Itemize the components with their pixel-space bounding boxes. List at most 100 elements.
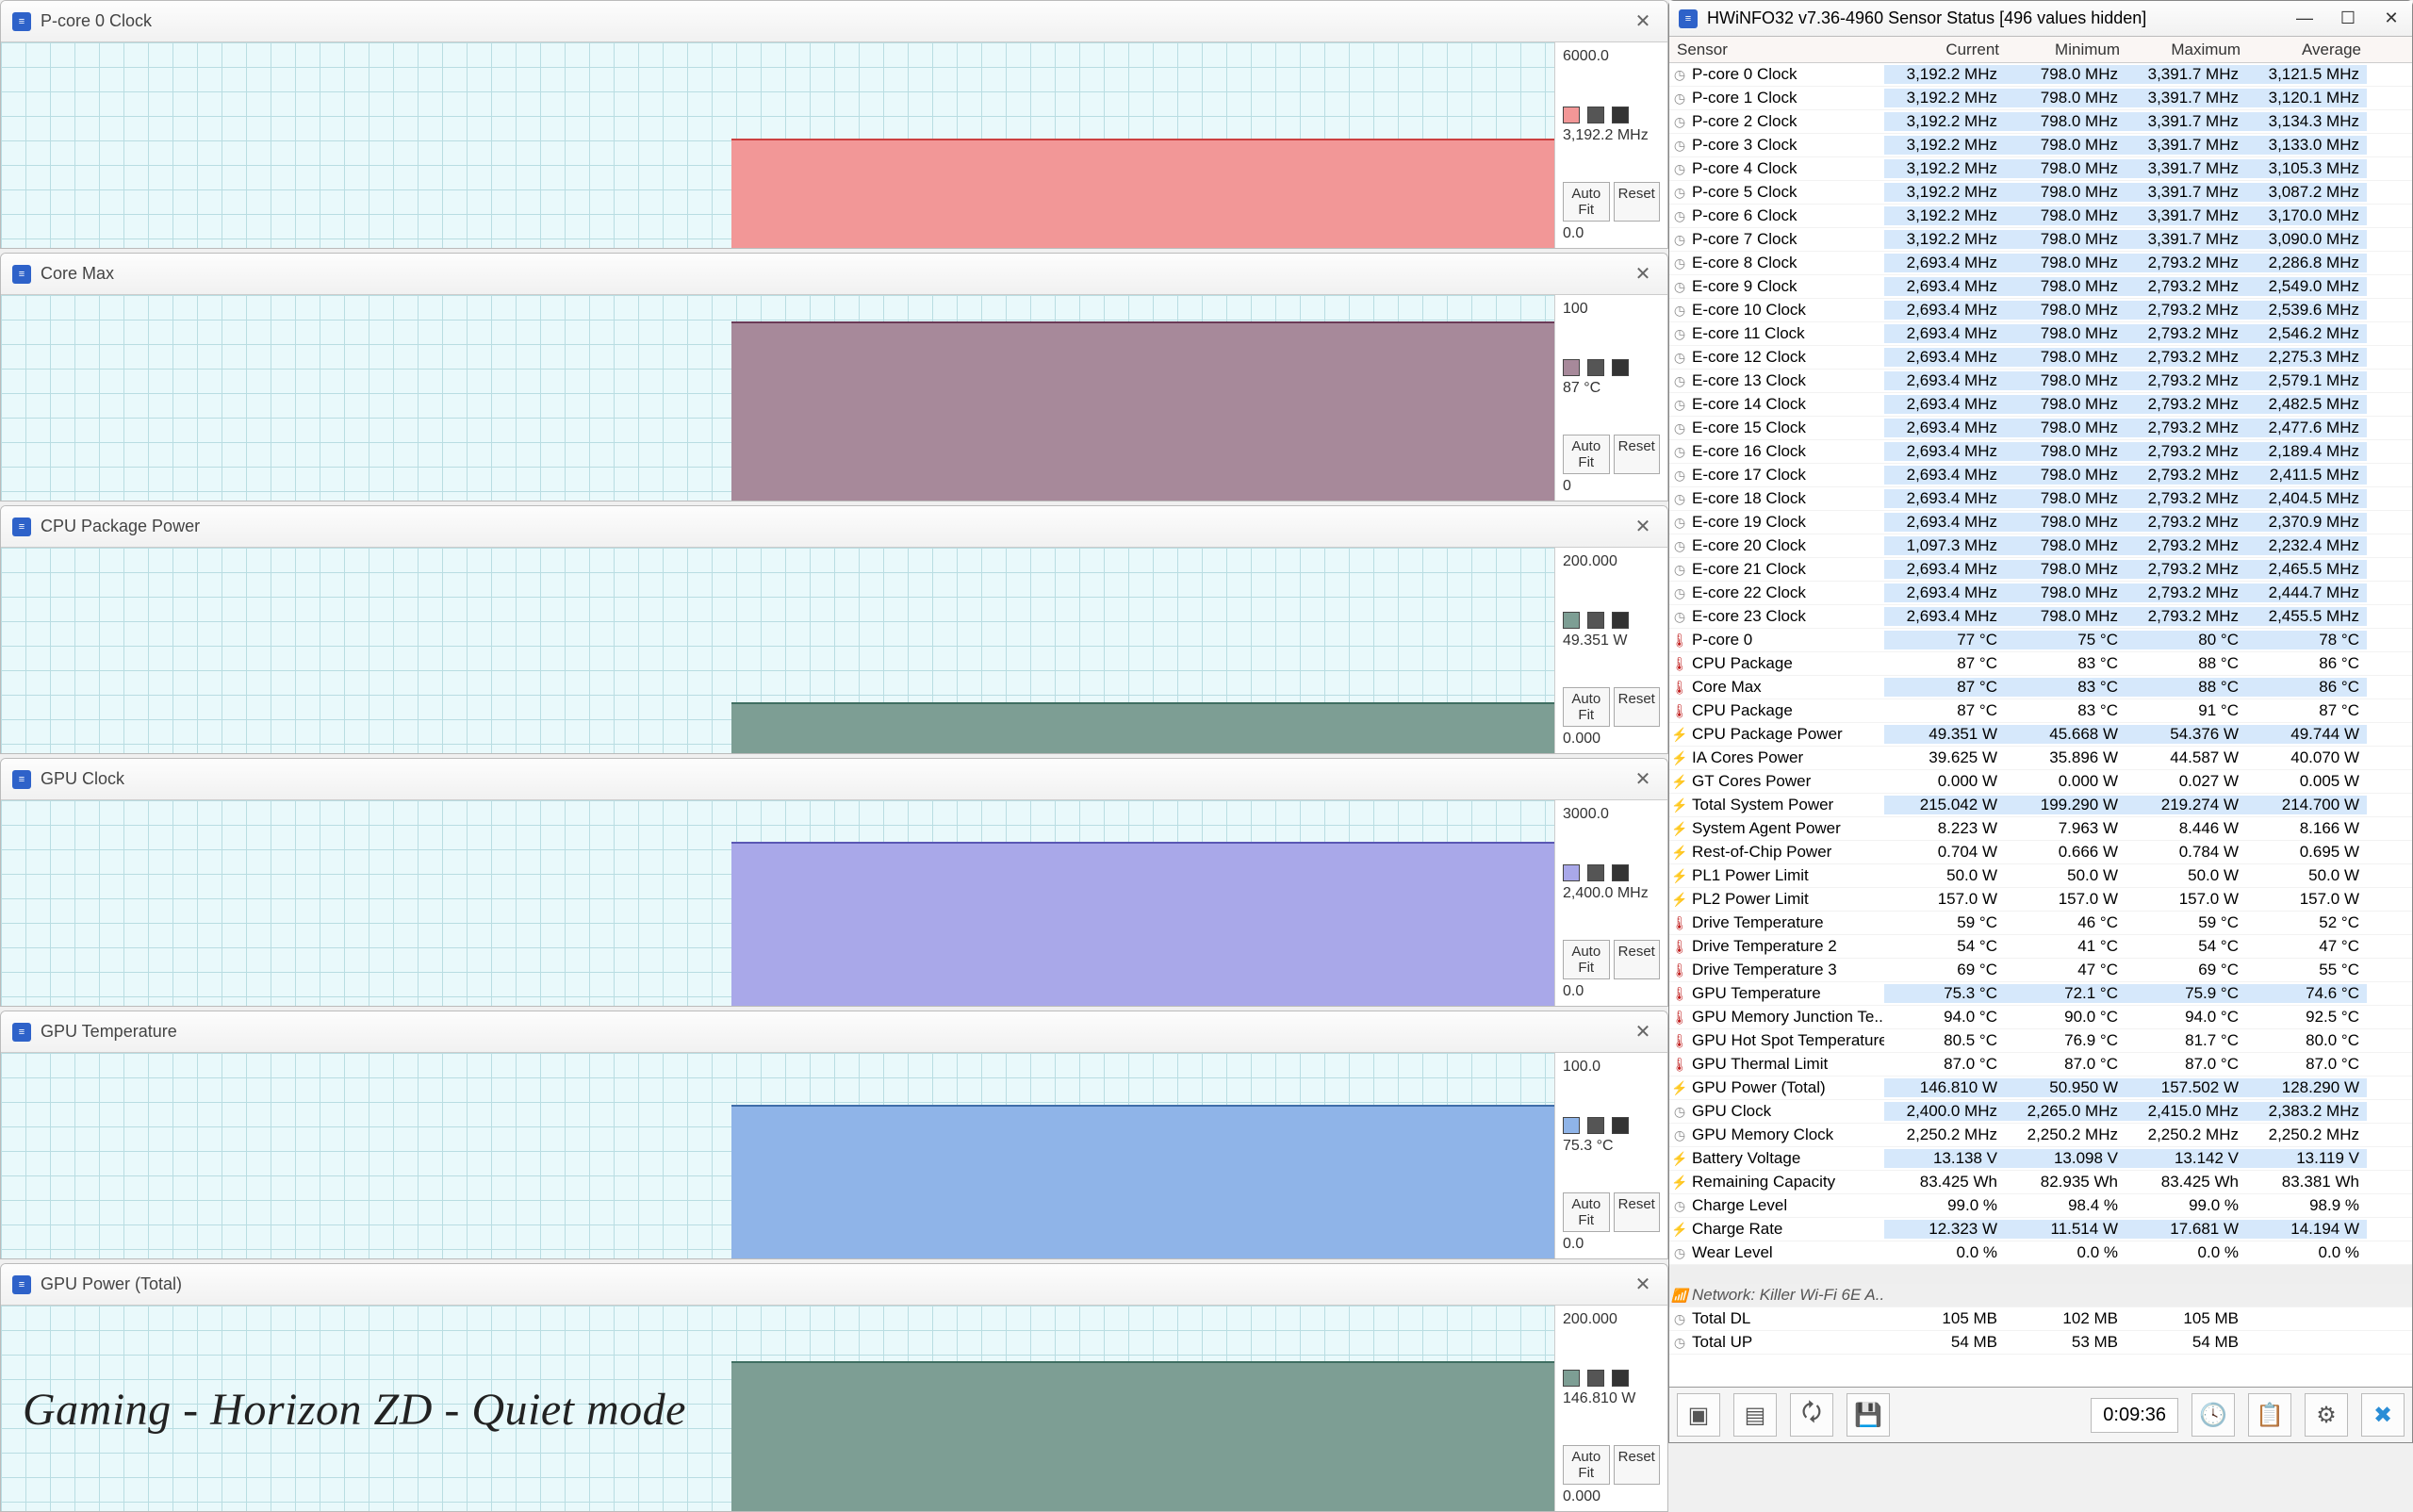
table-row[interactable]: 🌡 CPU Package 87 °C 83 °C 88 °C 86 °C <box>1669 652 2412 676</box>
autofit-button[interactable]: Auto Fit <box>1563 1192 1610 1232</box>
close-icon[interactable]: ✕ <box>1630 8 1656 35</box>
legend-swatch-dark[interactable] <box>1612 1117 1629 1134</box>
table-row[interactable]: 🌡 Core Max 87 °C 83 °C 88 °C 86 °C <box>1669 676 2412 699</box>
table-row[interactable]: ◷ E-core 12 Clock 2,693.4 MHz 798.0 MHz … <box>1669 346 2412 370</box>
table-row[interactable]: ⚡ Charge Rate 12.323 W 11.514 W 17.681 W… <box>1669 1218 2412 1241</box>
save-button[interactable]: 💾 <box>1847 1393 1890 1437</box>
collapse-button[interactable]: ▤ <box>1733 1393 1777 1437</box>
table-row[interactable]: ◷ P-core 2 Clock 3,192.2 MHz 798.0 MHz 3… <box>1669 110 2412 134</box>
graph-titlebar[interactable]: ≡ GPU Power (Total) ✕ <box>1 1264 1667 1306</box>
table-row[interactable]: ◷ E-core 18 Clock 2,693.4 MHz 798.0 MHz … <box>1669 487 2412 511</box>
graph-canvas[interactable] <box>1 1053 1554 1258</box>
copy-button[interactable]: 📋 <box>2248 1393 2291 1437</box>
table-row[interactable]: 🌡 Drive Temperature 2 54 °C 41 °C 54 °C … <box>1669 935 2412 959</box>
table-row[interactable]: ⚡ GT Cores Power 0.000 W 0.000 W 0.027 W… <box>1669 770 2412 794</box>
table-row[interactable]: ◷ E-core 16 Clock 2,693.4 MHz 798.0 MHz … <box>1669 440 2412 464</box>
table-row[interactable]: ◷ E-core 19 Clock 2,693.4 MHz 798.0 MHz … <box>1669 511 2412 534</box>
sensor-rows[interactable]: ◷ P-core 0 Clock 3,192.2 MHz 798.0 MHz 3… <box>1669 63 2412 1387</box>
legend-swatch-line[interactable] <box>1587 864 1604 881</box>
table-row[interactable]: ◷ P-core 0 Clock 3,192.2 MHz 798.0 MHz 3… <box>1669 63 2412 87</box>
graph-canvas[interactable] <box>1 800 1554 1006</box>
legend-swatch[interactable] <box>1563 1370 1580 1387</box>
table-row[interactable]: ◷ Wear Level 0.0 % 0.0 % 0.0 % 0.0 % <box>1669 1241 2412 1265</box>
table-row[interactable]: 🌡 Drive Temperature 59 °C 46 °C 59 °C 52… <box>1669 912 2412 935</box>
legend-swatch[interactable] <box>1563 1117 1580 1134</box>
table-row[interactable]: ◷ E-core 23 Clock 2,693.4 MHz 798.0 MHz … <box>1669 605 2412 629</box>
table-row[interactable]: ◷ P-core 5 Clock 3,192.2 MHz 798.0 MHz 3… <box>1669 181 2412 205</box>
table-row[interactable]: ◷ E-core 14 Clock 2,693.4 MHz 798.0 MHz … <box>1669 393 2412 417</box>
clock-button[interactable]: 🕓 <box>2191 1393 2235 1437</box>
table-row[interactable]: 🌡 CPU Package 87 °C 83 °C 91 °C 87 °C <box>1669 699 2412 723</box>
legend-swatch-dark[interactable] <box>1612 107 1629 123</box>
autofit-button[interactable]: Auto Fit <box>1563 940 1610 979</box>
table-row[interactable]: ◷ P-core 3 Clock 3,192.2 MHz 798.0 MHz 3… <box>1669 134 2412 157</box>
table-row[interactable]: ◷ Total UP 54 MB 53 MB 54 MB <box>1669 1331 2412 1355</box>
legend-swatch[interactable] <box>1563 864 1580 881</box>
legend-swatch-dark[interactable] <box>1612 864 1629 881</box>
group-header[interactable]: 📶Network: Killer Wi-Fi 6E A... <box>1669 1284 2412 1307</box>
close-icon[interactable]: ✕ <box>1630 1019 1656 1045</box>
maximize-button[interactable]: ☐ <box>2337 8 2359 28</box>
table-row[interactable]: 🌡 GPU Thermal Limit 87.0 °C 87.0 °C 87.0… <box>1669 1053 2412 1076</box>
header-minimum[interactable]: Minimum <box>2007 41 2127 59</box>
legend-swatch-dark[interactable] <box>1612 359 1629 376</box>
table-row[interactable]: ◷ P-core 6 Clock 3,192.2 MHz 798.0 MHz 3… <box>1669 205 2412 228</box>
table-row[interactable]: ◷ E-core 9 Clock 2,693.4 MHz 798.0 MHz 2… <box>1669 275 2412 299</box>
graph-canvas[interactable] <box>1 42 1554 248</box>
reset-button[interactable]: Reset <box>1614 687 1661 727</box>
table-row[interactable]: 🌡 GPU Memory Junction Te... 94.0 °C 90.0… <box>1669 1006 2412 1029</box>
table-row[interactable]: ⚡ System Agent Power 8.223 W 7.963 W 8.4… <box>1669 817 2412 841</box>
table-row[interactable]: ◷ E-core 11 Clock 2,693.4 MHz 798.0 MHz … <box>1669 322 2412 346</box>
autofit-button[interactable]: Auto Fit <box>1563 1445 1610 1485</box>
table-row[interactable]: ◷ E-core 15 Clock 2,693.4 MHz 798.0 MHz … <box>1669 417 2412 440</box>
reset-button[interactable]: Reset <box>1614 1445 1661 1485</box>
table-row[interactable]: 🌡 GPU Temperature 75.3 °C 72.1 °C 75.9 °… <box>1669 982 2412 1006</box>
table-row[interactable]: 🌡 P-core 0 77 °C 75 °C 80 °C 78 °C <box>1669 629 2412 652</box>
table-row[interactable]: ⚡ Total System Power 215.042 W 199.290 W… <box>1669 794 2412 817</box>
table-row[interactable]: ◷ E-core 8 Clock 2,693.4 MHz 798.0 MHz 2… <box>1669 252 2412 275</box>
close-icon[interactable]: ✕ <box>1630 514 1656 540</box>
legend-swatch-dark[interactable] <box>1612 1370 1629 1387</box>
table-row[interactable]: ⚡ PL1 Power Limit 50.0 W 50.0 W 50.0 W 5… <box>1669 864 2412 888</box>
table-row[interactable]: ⚡ Rest-of-Chip Power 0.704 W 0.666 W 0.7… <box>1669 841 2412 864</box>
table-row[interactable]: ◷ E-core 10 Clock 2,693.4 MHz 798.0 MHz … <box>1669 299 2412 322</box>
window-titlebar[interactable]: ≡ HWiNFO32 v7.36-4960 Sensor Status [496… <box>1669 1 2412 37</box>
header-sensor[interactable]: Sensor <box>1669 41 1886 59</box>
table-row[interactable]: ⚡ CPU Package Power 49.351 W 45.668 W 54… <box>1669 723 2412 747</box>
graph-canvas[interactable] <box>1 548 1554 753</box>
close-icon[interactable]: ✕ <box>1630 261 1656 288</box>
legend-swatch[interactable] <box>1563 359 1580 376</box>
expand-button[interactable]: ▣ <box>1677 1393 1720 1437</box>
reset-button[interactable]: Reset <box>1614 182 1661 222</box>
table-row[interactable]: ⚡ PL2 Power Limit 157.0 W 157.0 W 157.0 … <box>1669 888 2412 912</box>
close-button[interactable]: ✕ <box>2380 8 2403 28</box>
table-row[interactable]: ◷ E-core 17 Clock 2,693.4 MHz 798.0 MHz … <box>1669 464 2412 487</box>
graph-titlebar[interactable]: ≡ CPU Package Power ✕ <box>1 506 1667 548</box>
close-icon[interactable]: ✕ <box>1630 766 1656 793</box>
graph-titlebar[interactable]: ≡ Core Max ✕ <box>1 254 1667 295</box>
legend-swatch-line[interactable] <box>1587 359 1604 376</box>
graph-titlebar[interactable]: ≡ P-core 0 Clock ✕ <box>1 1 1667 42</box>
header-current[interactable]: Current <box>1886 41 2007 59</box>
table-row[interactable]: ◷ Total DL 105 MB 102 MB 105 MB <box>1669 1307 2412 1331</box>
table-row[interactable]: ⚡ Battery Voltage 13.138 V 13.098 V 13.1… <box>1669 1147 2412 1171</box>
legend-swatch-dark[interactable] <box>1612 612 1629 629</box>
table-row[interactable]: 🌡 GPU Hot Spot Temperature 80.5 °C 76.9 … <box>1669 1029 2412 1053</box>
autofit-button[interactable]: Auto Fit <box>1563 435 1610 474</box>
graph-canvas[interactable] <box>1 295 1554 501</box>
table-row[interactable]: ◷ E-core 22 Clock 2,693.4 MHz 798.0 MHz … <box>1669 582 2412 605</box>
table-row[interactable]: ◷ P-core 4 Clock 3,192.2 MHz 798.0 MHz 3… <box>1669 157 2412 181</box>
close-tool-button[interactable]: ✖ <box>2361 1393 2405 1437</box>
table-row[interactable]: ◷ E-core 13 Clock 2,693.4 MHz 798.0 MHz … <box>1669 370 2412 393</box>
legend-swatch-line[interactable] <box>1587 1117 1604 1134</box>
legend-swatch[interactable] <box>1563 612 1580 629</box>
legend-swatch[interactable] <box>1563 107 1580 123</box>
autofit-button[interactable]: Auto Fit <box>1563 182 1610 222</box>
table-row[interactable]: ◷ GPU Memory Clock 2,250.2 MHz 2,250.2 M… <box>1669 1124 2412 1147</box>
legend-swatch-line[interactable] <box>1587 612 1604 629</box>
table-row[interactable]: ◷ E-core 20 Clock 1,097.3 MHz 798.0 MHz … <box>1669 534 2412 558</box>
table-row[interactable]: ◷ P-core 7 Clock 3,192.2 MHz 798.0 MHz 3… <box>1669 228 2412 252</box>
table-row[interactable]: ⚡ GPU Power (Total) 146.810 W 50.950 W 1… <box>1669 1076 2412 1100</box>
reset-button[interactable]: Reset <box>1614 940 1661 979</box>
graph-titlebar[interactable]: ≡ GPU Clock ✕ <box>1 759 1667 800</box>
